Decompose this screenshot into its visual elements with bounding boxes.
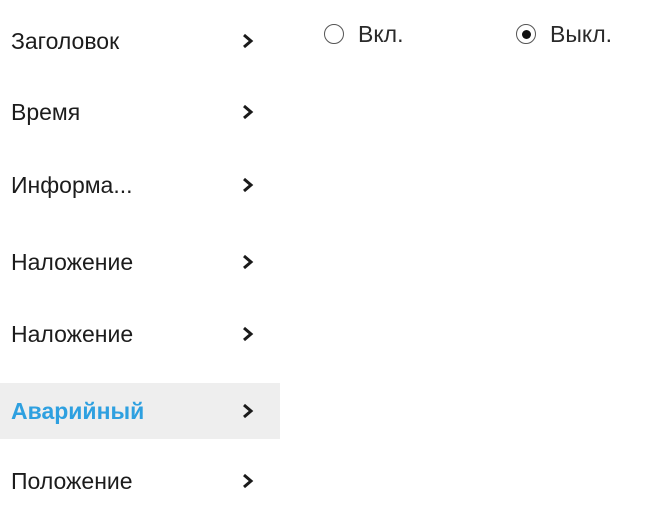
chevron-right-icon [243,254,254,270]
chevron-right-icon [243,403,254,419]
sidebar-item-overlay-2[interactable]: Наложение [0,306,280,362]
chevron-right-icon [243,177,254,193]
sidebar-item-info[interactable]: Информа... [0,157,280,213]
chevron-right-icon [243,33,254,49]
chevron-right-icon [243,326,254,342]
radio-checked-icon[interactable] [516,24,536,44]
radio-option-off[interactable]: Выкл. [516,14,612,54]
sidebar-item-alarm[interactable]: Аварийный [0,383,280,439]
sidebar-item-position[interactable]: Положение [0,453,280,509]
sidebar-item-label: Заголовок [11,27,120,54]
sidebar-item-label: Положение [11,467,133,494]
radio-label-on: Вкл. [358,20,404,47]
sidebar-item-label: Аварийный [11,397,145,424]
sidebar-item-label: Наложение [11,320,134,347]
sidebar-item-label: Время [11,98,81,125]
sidebar-item-label: Наложение [11,248,134,275]
radio-unchecked-icon[interactable] [324,24,344,44]
radio-dot [521,29,531,39]
chevron-right-icon [243,473,254,489]
radio-option-on[interactable]: Вкл. [324,14,403,54]
sidebar-item-title[interactable]: Заголовок [0,13,280,69]
chevron-right-icon [243,104,254,120]
sidebar-item-overlay-1[interactable]: Наложение [0,234,280,290]
sidebar-item-label: Информа... [11,171,133,198]
radio-label-off: Выкл. [550,20,613,47]
sidebar-menu: Заголовок Время Информа... Наложение Нал… [0,0,280,499]
sidebar-item-time[interactable]: Время [0,84,280,140]
